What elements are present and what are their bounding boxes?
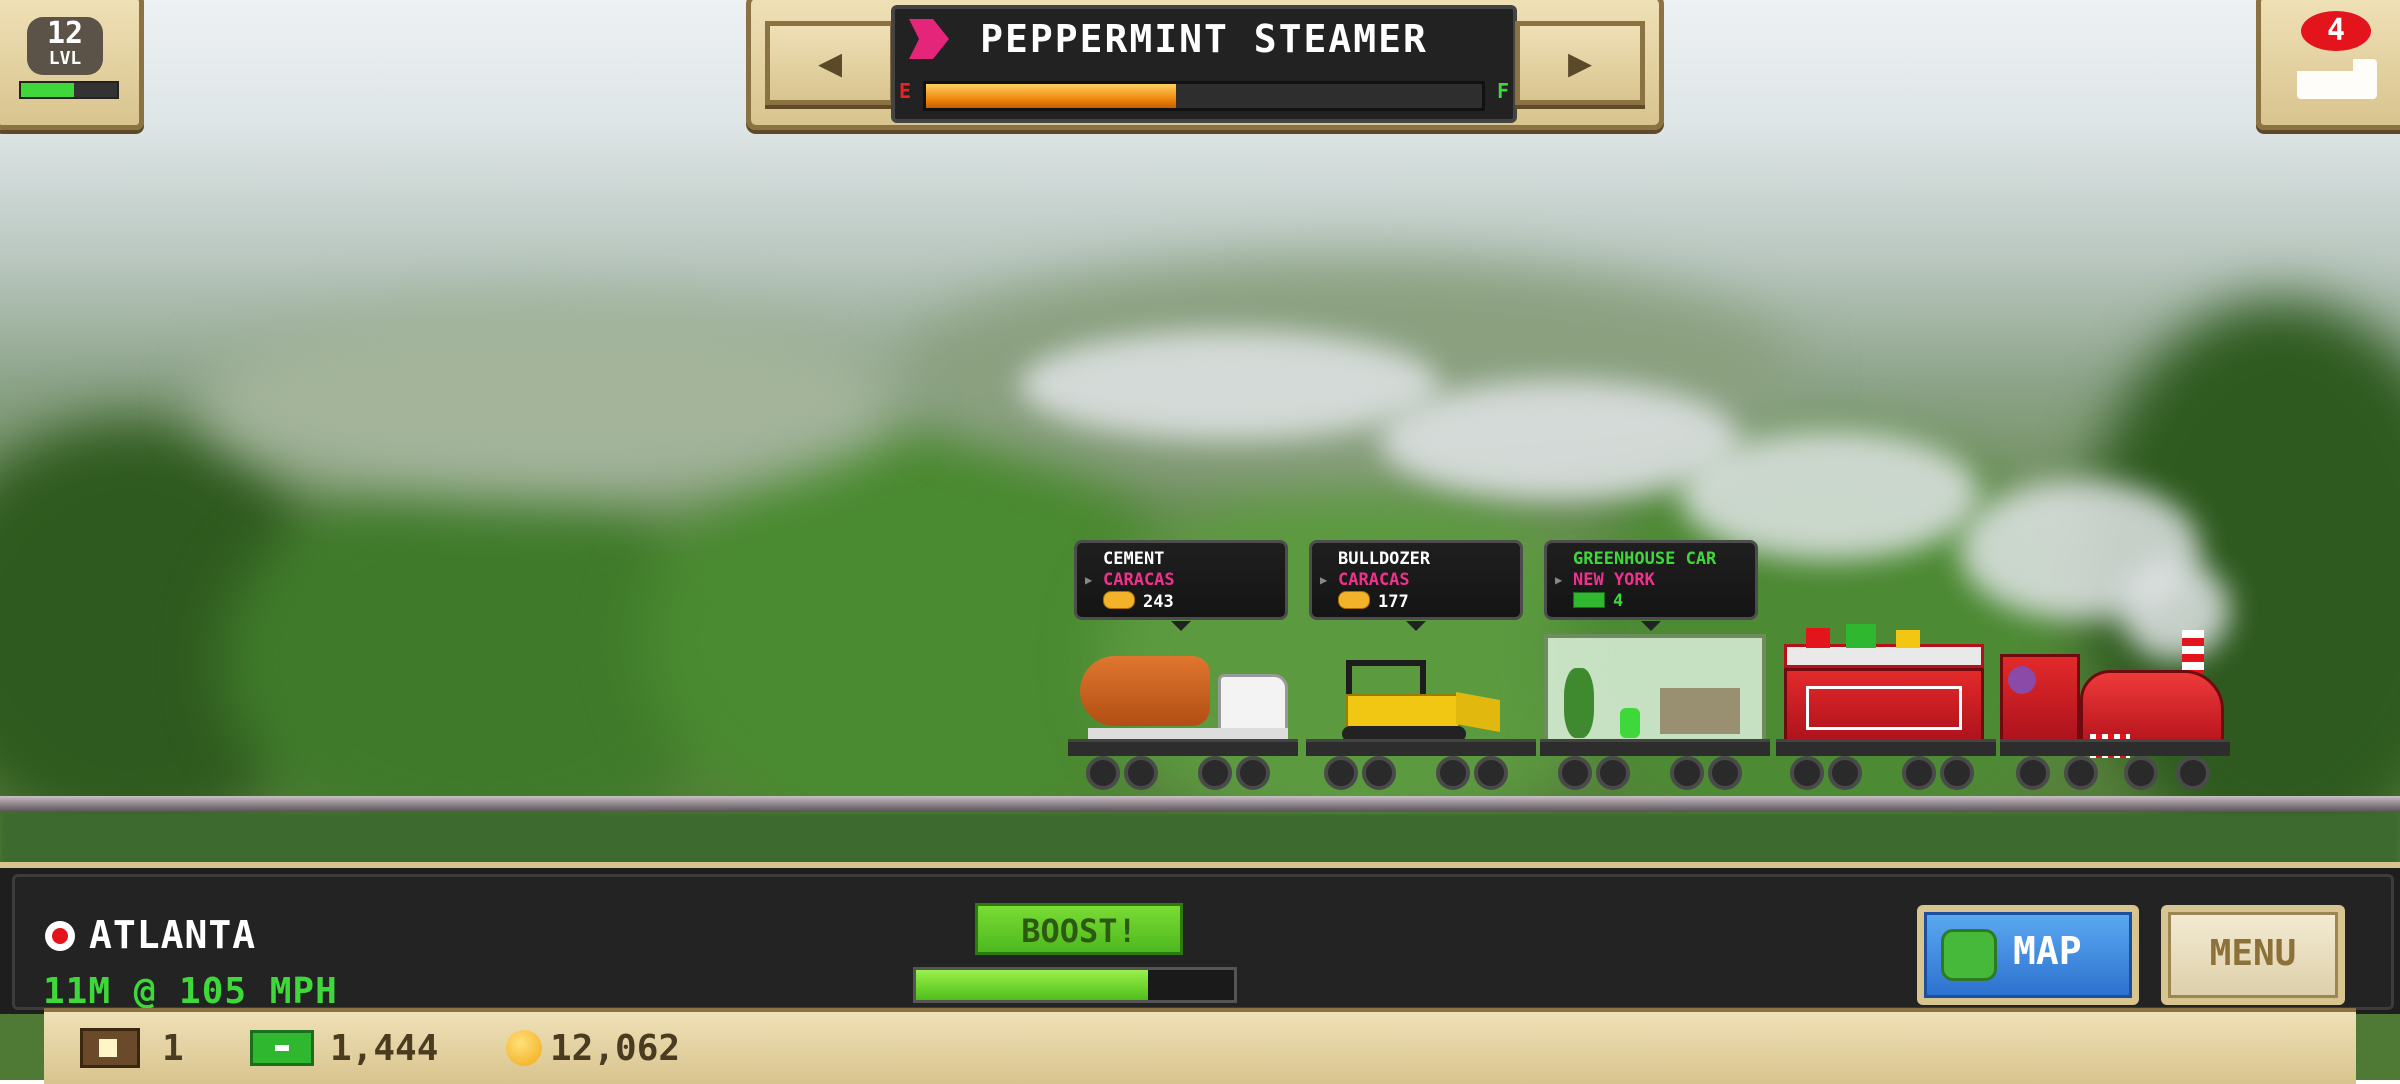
train-icon — [2297, 59, 2377, 99]
cargo-reward: 243 — [1143, 592, 1174, 612]
cargo-name: CEMENT — [1103, 549, 1165, 569]
cargo-label-cement: ▶ CEMENT CARACAS 243 — [1074, 540, 1288, 631]
greenhouse-car[interactable] — [1540, 628, 1770, 790]
cargo-label-bulldozer: ▶ BULLDOZER CARACAS 177 — [1309, 540, 1523, 631]
menu-label: MENU — [2168, 912, 2338, 998]
level-badge: 12 LVL — [27, 17, 103, 75]
cargo-destination: CARACAS — [1338, 570, 1410, 590]
cash-counter[interactable]: 1,444 — [250, 1026, 438, 1070]
map-button[interactable]: MAP — [1917, 905, 2139, 1005]
train-count-badge: 4 — [2301, 11, 2371, 51]
xp-progress-bar — [19, 81, 119, 99]
fuel-gauge — [923, 81, 1485, 111]
map-icon — [1941, 929, 1997, 981]
speed-readout: 11M @ 105 MPH — [43, 971, 338, 1012]
train-name-panel: PEPPERMINT STEAMER E F — [891, 5, 1517, 123]
arrow-right-icon: ▶ — [1567, 40, 1593, 86]
train-selector: ◀ PEPPERMINT STEAMER E F ▶ — [746, 0, 1664, 130]
cargo-name: GREENHOUSE CAR — [1573, 549, 1717, 569]
next-train-button[interactable]: ▶ — [1515, 21, 1645, 105]
resource-bar: 1 1,444 12,062 — [44, 1008, 2356, 1084]
level-label: LVL — [48, 48, 82, 69]
cargo-destination: NEW YORK — [1573, 570, 1655, 590]
map-label: MAP — [2013, 929, 2082, 973]
tender-car[interactable] — [1776, 624, 1996, 790]
level-indicator[interactable]: 12 LVL — [0, 0, 144, 130]
trains-button[interactable]: 4 — [2256, 0, 2400, 130]
cargo-label-greenhouse: ▶ GREENHOUSE CAR NEW YORK 4 — [1544, 540, 1758, 631]
boost-meter-fill — [916, 970, 1149, 1000]
xp-progress-fill — [21, 83, 74, 97]
boost-meter — [913, 967, 1237, 1003]
previous-train-button[interactable]: ◀ — [765, 21, 895, 105]
cargo-car-cement[interactable] — [1068, 640, 1298, 790]
crate-counter[interactable]: 1 — [80, 1026, 184, 1070]
train-name: PEPPERMINT STEAMER — [980, 17, 1428, 61]
rail-track — [0, 796, 2400, 812]
crate-icon — [80, 1028, 140, 1068]
cargo-destination: CARACAS — [1103, 570, 1175, 590]
fuel-full-label: F — [1496, 79, 1509, 103]
coin-icon — [1338, 591, 1370, 609]
cargo-reward: 177 — [1378, 592, 1409, 612]
status-panel: ATLANTA 11M @ 105 MPH BOOST! MAP MENU — [0, 862, 2400, 1014]
coin-counter[interactable]: 12,062 — [506, 1026, 680, 1070]
cash-icon — [250, 1030, 314, 1066]
station-marker-icon — [45, 921, 75, 951]
smoke-plume — [1020, 330, 1440, 440]
cash-amount: 1,444 — [330, 1027, 439, 1069]
cash-icon — [1573, 592, 1605, 608]
cargo-car-bulldozer[interactable] — [1306, 640, 1536, 790]
coin-icon — [1103, 591, 1135, 609]
cargo-reward: 4 — [1613, 591, 1624, 611]
menu-button[interactable]: MENU — [2161, 905, 2345, 1005]
coin-amount: 12,062 — [550, 1027, 681, 1069]
fuel-gauge-fill — [926, 84, 1177, 108]
level-number: 12 — [46, 16, 84, 51]
arrow-left-icon: ◀ — [817, 40, 843, 86]
locomotive[interactable] — [2000, 620, 2230, 790]
crate-count: 1 — [162, 1027, 184, 1069]
cargo-name: BULLDOZER — [1338, 549, 1431, 569]
station-name: ATLANTA — [89, 913, 257, 957]
fuel-empty-label: E — [899, 79, 912, 103]
boost-button[interactable]: BOOST! — [975, 903, 1183, 955]
coin-icon — [506, 1030, 542, 1066]
